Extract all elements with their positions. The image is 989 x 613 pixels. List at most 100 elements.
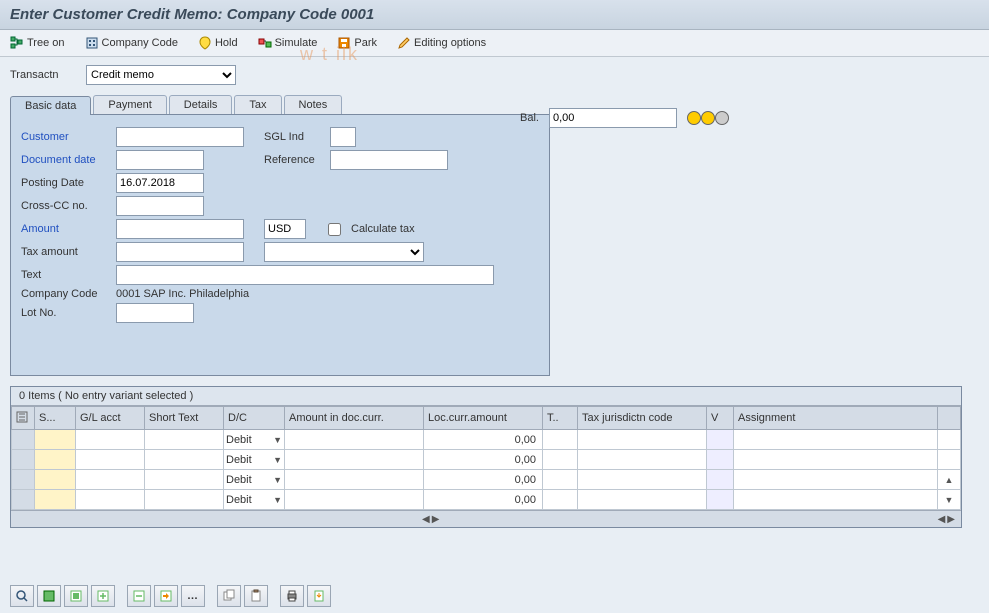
- cell-amt-doc[interactable]: [285, 470, 424, 490]
- cell-v[interactable]: [707, 430, 734, 450]
- delete-line-button[interactable]: [127, 585, 151, 607]
- cell-amt-loc[interactable]: 0,00: [424, 450, 543, 470]
- cell-amt-doc[interactable]: [285, 490, 424, 510]
- cell-v[interactable]: [707, 470, 734, 490]
- cell-tj[interactable]: [578, 470, 707, 490]
- cell-dc[interactable]: Debit▼: [224, 490, 285, 510]
- copy-button[interactable]: [217, 585, 241, 607]
- scroll-left2-icon[interactable]: ◀: [938, 514, 946, 525]
- config-col-icon[interactable]: [12, 407, 35, 430]
- reference-input[interactable]: [330, 150, 448, 170]
- cell-t[interactable]: [543, 470, 578, 490]
- dropdown-icon[interactable]: ▼: [273, 495, 282, 505]
- company-code-button[interactable]: Company Code: [81, 34, 182, 52]
- insert-line-button[interactable]: [91, 585, 115, 607]
- cell-gl[interactable]: [76, 490, 145, 510]
- row-selector[interactable]: [12, 430, 35, 450]
- col-amount-doc[interactable]: Amount in doc.curr.: [285, 407, 424, 430]
- paste-button[interactable]: [244, 585, 268, 607]
- tax-amount-input[interactable]: [116, 242, 244, 262]
- cell-t[interactable]: [543, 430, 578, 450]
- cell-amt-loc[interactable]: 0,00: [424, 490, 543, 510]
- row-selector[interactable]: [12, 470, 35, 490]
- grid-hscroll[interactable]: ◀▶ ◀▶: [11, 510, 961, 527]
- calculate-tax-checkbox[interactable]: [328, 223, 341, 236]
- cell-s[interactable]: [35, 450, 76, 470]
- cell-amt-loc[interactable]: 0,00: [424, 430, 543, 450]
- cell-amt-doc[interactable]: [285, 450, 424, 470]
- park-button[interactable]: Park: [333, 34, 381, 52]
- col-v[interactable]: V: [707, 407, 734, 430]
- col-short-text[interactable]: Short Text: [145, 407, 224, 430]
- cell-short[interactable]: [145, 430, 224, 450]
- col-s[interactable]: S...: [35, 407, 76, 430]
- col-assignment[interactable]: Assignment: [734, 407, 938, 430]
- document-date-input[interactable]: [116, 150, 204, 170]
- col-gl-acct[interactable]: G/L acct: [76, 407, 145, 430]
- scroll-right-icon[interactable]: ▶: [432, 514, 440, 525]
- document-date-label[interactable]: Document date: [21, 154, 116, 166]
- cell-amt-loc[interactable]: 0,00: [424, 470, 543, 490]
- tab-details[interactable]: Details: [169, 95, 233, 114]
- copy-lines-button[interactable]: [154, 585, 178, 607]
- cell-gl[interactable]: [76, 450, 145, 470]
- vscroll-up[interactable]: ▲: [938, 470, 961, 490]
- cell-amt-doc[interactable]: [285, 430, 424, 450]
- cell-s[interactable]: [35, 470, 76, 490]
- cell-tj[interactable]: [578, 450, 707, 470]
- cell-gl[interactable]: [76, 470, 145, 490]
- tree-on-button[interactable]: Tree on: [6, 34, 69, 52]
- cell-t[interactable]: [543, 450, 578, 470]
- scroll-left-icon[interactable]: ◀: [422, 514, 430, 525]
- tab-payment[interactable]: Payment: [93, 95, 166, 114]
- row-selector[interactable]: [12, 490, 35, 510]
- posting-date-input[interactable]: [116, 173, 204, 193]
- currency-input[interactable]: [264, 219, 306, 239]
- transactn-select[interactable]: Credit memo: [86, 65, 236, 85]
- vscroll-down[interactable]: ▼: [938, 490, 961, 510]
- sgl-ind-input[interactable]: [330, 127, 356, 147]
- hold-button[interactable]: Hold: [194, 34, 242, 52]
- col-t[interactable]: T..: [543, 407, 578, 430]
- tax-code-select[interactable]: [264, 242, 424, 262]
- export-button[interactable]: [307, 585, 331, 607]
- cell-tj[interactable]: [578, 490, 707, 510]
- cell-asg[interactable]: [734, 430, 938, 450]
- cell-asg[interactable]: [734, 470, 938, 490]
- cell-tj[interactable]: [578, 430, 707, 450]
- cell-v[interactable]: [707, 450, 734, 470]
- deselect-all-button[interactable]: [64, 585, 88, 607]
- cell-short[interactable]: [145, 490, 224, 510]
- select-all-button[interactable]: [37, 585, 61, 607]
- editing-options-button[interactable]: Editing options: [393, 34, 490, 52]
- text-input[interactable]: [116, 265, 494, 285]
- cell-short[interactable]: [145, 470, 224, 490]
- amount-label[interactable]: Amount: [21, 223, 116, 235]
- row-selector[interactable]: [12, 450, 35, 470]
- cell-s[interactable]: [35, 430, 76, 450]
- details-button[interactable]: [10, 585, 34, 607]
- amount-input[interactable]: [116, 219, 244, 239]
- cell-dc[interactable]: Debit▼: [224, 450, 285, 470]
- more-button[interactable]: …: [181, 585, 205, 607]
- customer-input[interactable]: [116, 127, 244, 147]
- tab-basic-data[interactable]: Basic data: [10, 96, 91, 115]
- cell-v[interactable]: [707, 490, 734, 510]
- cross-cc-input[interactable]: [116, 196, 204, 216]
- cell-short[interactable]: [145, 450, 224, 470]
- cell-gl[interactable]: [76, 430, 145, 450]
- cell-dc[interactable]: Debit▼: [224, 470, 285, 490]
- col-tax-jur[interactable]: Tax jurisdictn code: [578, 407, 707, 430]
- tab-notes[interactable]: Notes: [284, 95, 343, 114]
- simulate-button[interactable]: Simulate: [254, 34, 322, 52]
- dropdown-icon[interactable]: ▼: [273, 475, 282, 485]
- cell-asg[interactable]: [734, 490, 938, 510]
- col-dc[interactable]: D/C: [224, 407, 285, 430]
- lot-no-input[interactable]: [116, 303, 194, 323]
- tab-tax[interactable]: Tax: [234, 95, 281, 114]
- dropdown-icon[interactable]: ▼: [273, 455, 282, 465]
- print-button[interactable]: [280, 585, 304, 607]
- cell-s[interactable]: [35, 490, 76, 510]
- cell-asg[interactable]: [734, 450, 938, 470]
- dropdown-icon[interactable]: ▼: [273, 435, 282, 445]
